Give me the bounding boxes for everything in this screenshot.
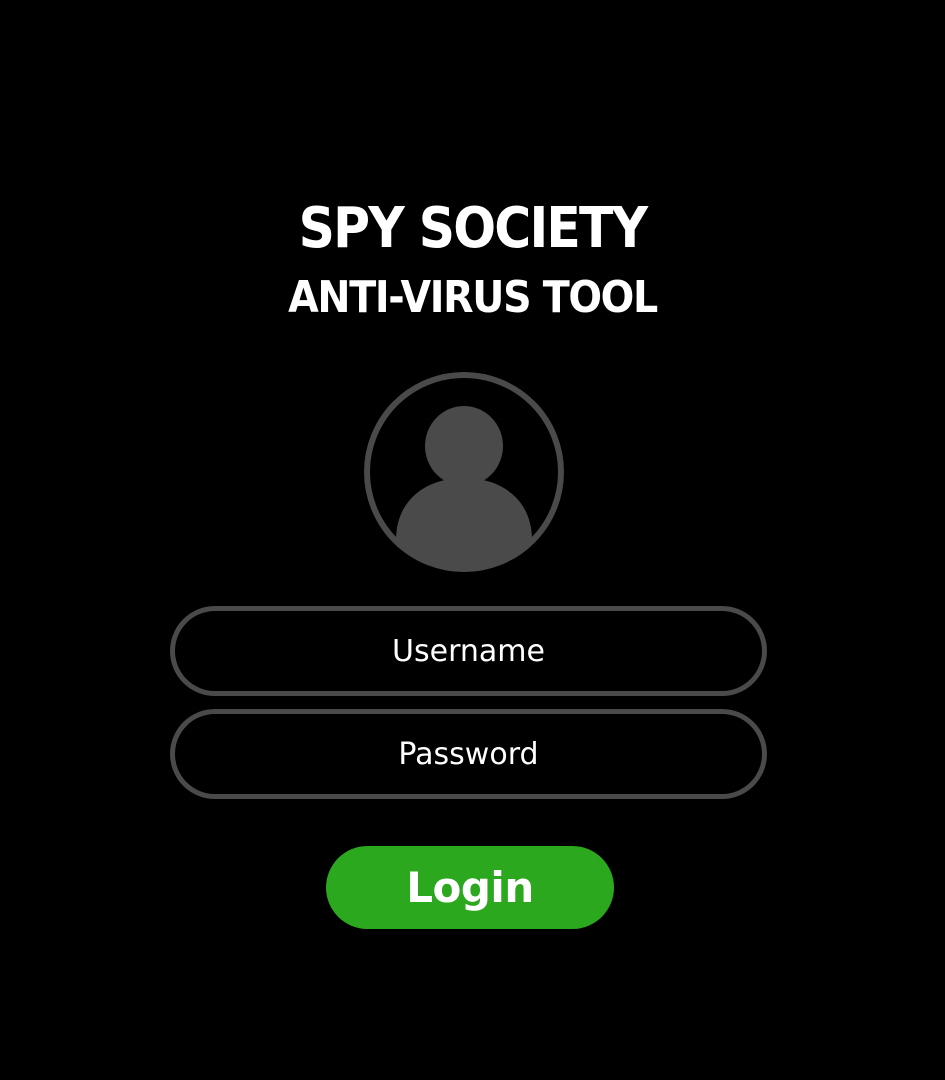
password-field[interactable] <box>170 709 767 799</box>
app-title: SPY SOCIETY <box>298 196 648 261</box>
app-header: SPY SOCIETY ANTI-VIRUS TOOL <box>0 190 945 328</box>
username-field[interactable] <box>170 606 767 696</box>
login-button[interactable]: Login <box>326 846 614 929</box>
user-icon <box>364 372 564 572</box>
app-subtitle: ANTI-VIRUS TOOL <box>288 272 658 323</box>
avatar <box>364 372 564 572</box>
